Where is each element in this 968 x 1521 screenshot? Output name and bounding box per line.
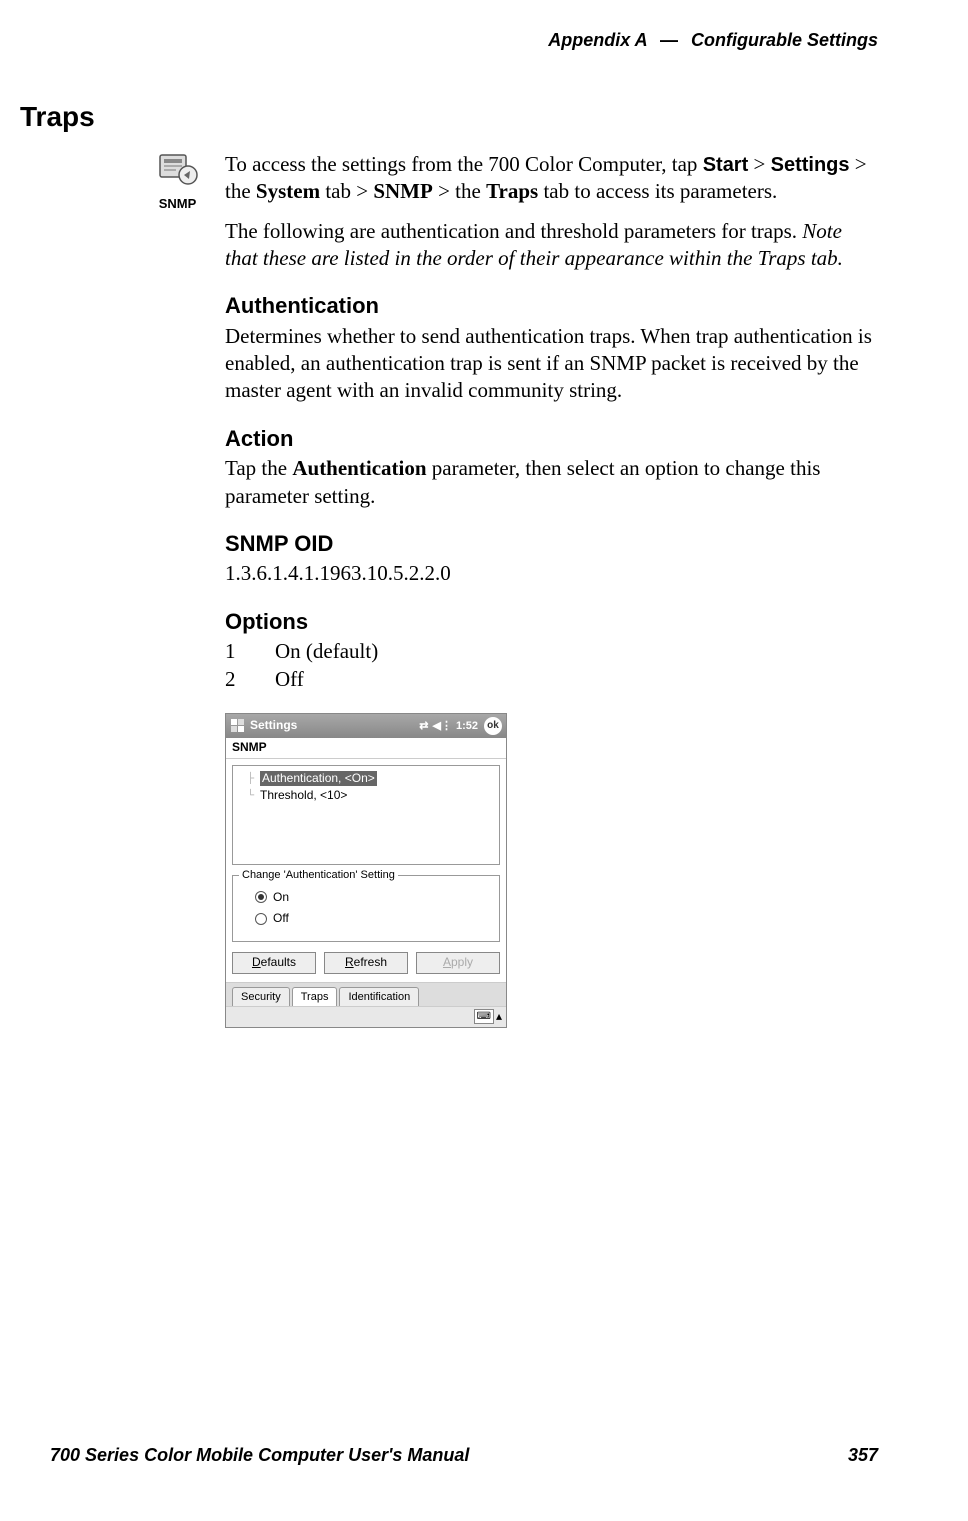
- action-bold-authentication: Authentication: [292, 456, 426, 480]
- option-num: 2: [225, 666, 245, 693]
- option-row-2: 2 Off: [225, 666, 878, 693]
- authentication-body: Determines whether to send authenticatio…: [225, 323, 878, 405]
- section-title: Traps: [20, 101, 878, 133]
- group-legend: Change 'Authentication' Setting: [239, 868, 398, 882]
- change-setting-group: Change 'Authentication' Setting On Off: [232, 875, 500, 942]
- path-traps: Traps: [486, 179, 538, 203]
- path-system: System: [256, 179, 320, 203]
- tree-item-label: Authentication, <On>: [260, 771, 377, 787]
- snmp-oid-value: 1.3.6.1.4.1.1963.10.5.2.2.0: [225, 560, 878, 587]
- option-text: On (default): [275, 638, 378, 665]
- ok-button[interactable]: ok: [484, 717, 502, 735]
- footer-manual-title: 700 Series Color Mobile Computer User's …: [50, 1445, 469, 1466]
- refresh-button[interactable]: Refresh: [324, 952, 408, 974]
- option-row-1: 1 On (default): [225, 638, 878, 665]
- header-section: Configurable Settings: [691, 30, 878, 50]
- radio-off[interactable]: [255, 913, 267, 925]
- radio-off-row[interactable]: Off: [255, 911, 491, 927]
- radio-off-label: Off: [273, 911, 289, 927]
- header-separator: —: [652, 30, 686, 50]
- path-settings: Settings: [771, 154, 850, 176]
- volume-icon[interactable]: ◀⋮: [433, 719, 452, 733]
- heading-options: Options: [225, 608, 878, 637]
- tab-security[interactable]: Security: [232, 987, 290, 1006]
- device-app-title: SNMP: [226, 738, 506, 759]
- apply-button: Apply: [416, 952, 500, 974]
- connectivity-icon[interactable]: ⇄: [419, 719, 428, 733]
- radio-on-label: On: [273, 890, 289, 906]
- option-text: Off: [275, 666, 304, 693]
- tab-identification[interactable]: Identification: [339, 987, 419, 1006]
- sip-up-icon[interactable]: ▴: [496, 1009, 502, 1025]
- clock-time: 1:52: [456, 719, 478, 733]
- footer-page-number: 357: [848, 1445, 878, 1466]
- device-titlebar: Settings ⇄ ◀⋮ 1:52 ok: [226, 714, 506, 738]
- path-start: Start: [703, 154, 749, 176]
- device-title: Settings: [250, 718, 297, 734]
- path-snmp: SNMP: [373, 179, 433, 203]
- keyboard-icon[interactable]: ⌨: [474, 1009, 494, 1024]
- option-num: 1: [225, 638, 245, 665]
- header-appendix: Appendix A: [548, 30, 647, 50]
- device-tabs: Security Traps Identification: [226, 982, 506, 1006]
- tree-connector-icon: ├: [247, 772, 257, 785]
- tree-item-label: Threshold, <10>: [260, 788, 347, 804]
- snmp-icon-label: SNMP: [150, 196, 205, 211]
- page-header: Appendix A — Configurable Settings: [50, 30, 878, 51]
- device-screenshot: Settings ⇄ ◀⋮ 1:52 ok SNMP ├ Authenticat…: [225, 713, 507, 1028]
- intro-paragraph-1: To access the settings from the 700 Colo…: [225, 151, 878, 206]
- snmp-icon: [158, 151, 198, 187]
- heading-snmp-oid: SNMP OID: [225, 530, 878, 559]
- radio-on[interactable]: [255, 891, 267, 903]
- heading-authentication: Authentication: [225, 292, 878, 321]
- tree-view[interactable]: ├ Authentication, <On> └ Threshold, <10>: [232, 765, 500, 865]
- page-footer: 700 Series Color Mobile Computer User's …: [50, 1445, 878, 1466]
- action-body: Tap the Authentication parameter, then s…: [225, 455, 878, 510]
- tree-item-threshold[interactable]: └ Threshold, <10>: [237, 787, 495, 805]
- snmp-app-icon: SNMP: [150, 151, 205, 211]
- radio-on-row[interactable]: On: [255, 890, 491, 906]
- tab-traps[interactable]: Traps: [292, 987, 338, 1006]
- start-flag-icon[interactable]: [230, 718, 246, 734]
- tree-item-authentication[interactable]: ├ Authentication, <On>: [237, 770, 495, 788]
- heading-action: Action: [225, 425, 878, 454]
- tree-connector-icon: └: [247, 789, 257, 802]
- intro-paragraph-2: The following are authentication and thr…: [225, 218, 878, 273]
- defaults-button[interactable]: Defaults: [232, 952, 316, 974]
